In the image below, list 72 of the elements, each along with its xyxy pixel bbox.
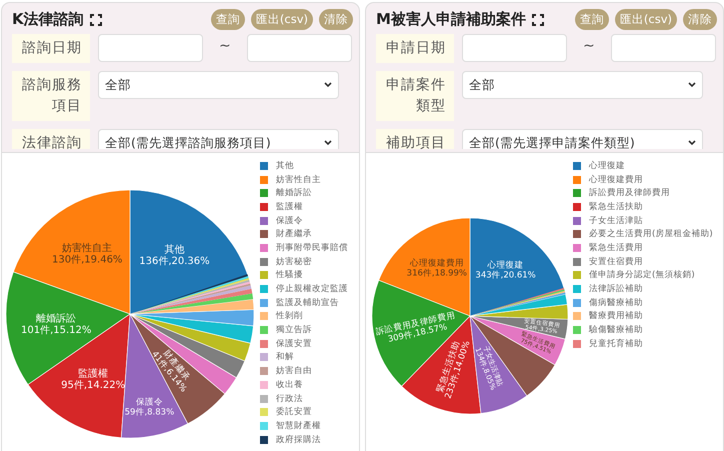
range-separator: ~ bbox=[582, 37, 596, 56]
legend-label: 停止親權改定監護 bbox=[276, 283, 348, 296]
legend-label: 智慧財產權 bbox=[276, 420, 321, 432]
chevron-down-icon bbox=[688, 140, 696, 146]
legend-label: 安置住宿費用 bbox=[589, 256, 643, 268]
legend-label: 妨害秘密 bbox=[276, 256, 312, 268]
slice-label: 心理復建費用 316件,18.99% bbox=[406, 258, 468, 279]
action-button[interactable]: 匯出(csv) bbox=[250, 9, 313, 30]
legend-label: 刑事附帶民事賠償 bbox=[276, 242, 348, 254]
legend-label: 心理復建 bbox=[589, 160, 625, 172]
expand-icon[interactable] bbox=[532, 14, 544, 26]
date-field[interactable] bbox=[610, 34, 716, 62]
legend-label: 離婚訴訟 bbox=[276, 187, 312, 200]
slice-label: 心理復建 343件,20.61% bbox=[475, 260, 536, 280]
legend-label: 獨立告訴 bbox=[276, 324, 312, 336]
action-button[interactable]: 匯出(csv) bbox=[614, 9, 677, 30]
slice-label: 妨害性自主 130件,19.46% bbox=[52, 243, 122, 266]
select-field[interactable]: 全部(需先選擇諮詢服務項目) bbox=[98, 129, 339, 149]
filter-label: 補助項目 bbox=[376, 129, 454, 149]
filter-label: 申請日期 bbox=[376, 34, 454, 63]
date-field[interactable] bbox=[98, 34, 203, 62]
legend-label: 性騷擾 bbox=[276, 269, 303, 282]
select-field[interactable]: 全部 bbox=[462, 71, 703, 99]
expand-icon[interactable] bbox=[90, 14, 102, 26]
slice-label: 其他 136件,20.36% bbox=[139, 244, 210, 267]
legend-label: 和解 bbox=[276, 351, 294, 364]
filter-label: 諮詢服務項目 bbox=[12, 71, 90, 121]
legend-label: 訴訟費用及律師費用 bbox=[589, 187, 670, 200]
legend-label: 驗傷醫療補助 bbox=[589, 324, 643, 336]
select-field[interactable]: 全部(需先選擇申請案件類型) bbox=[462, 129, 703, 149]
legend-label: 兒童托育補助 bbox=[589, 338, 643, 350]
action-button[interactable]: 查詢 bbox=[210, 9, 245, 30]
slice-label: 監護權 95件,14.22% bbox=[61, 368, 126, 392]
legend-label: 傷病醫療補助 bbox=[589, 296, 643, 309]
legend-label: 心理復建費用 bbox=[589, 174, 643, 186]
legend-label: 監護及輔助宣告 bbox=[276, 296, 339, 309]
legend-label: 緊急生活扶助 bbox=[589, 200, 643, 213]
legend-label: 必要之生活費用(房屋租金補助) bbox=[589, 228, 713, 240]
legend-label: 收出養 bbox=[276, 378, 303, 391]
legend-label: 行政法 bbox=[276, 392, 303, 405]
range-separator: ~ bbox=[218, 37, 232, 56]
legend-label: 妨害性自主 bbox=[276, 174, 321, 186]
chevron-down-icon bbox=[324, 140, 332, 146]
legend-label: 監護權 bbox=[276, 200, 303, 213]
legend-label: 保護令 bbox=[276, 214, 303, 227]
action-button[interactable]: 查詢 bbox=[574, 9, 609, 30]
filter-label: 諮詢日期 bbox=[12, 34, 90, 63]
legend-label: 僅申請身分認定(無須核銷) bbox=[589, 269, 695, 282]
legend-label: 法律訴訟補助 bbox=[589, 283, 643, 296]
legend-label: 妨害自由 bbox=[276, 365, 312, 378]
legend-label: 政府採購法 bbox=[276, 434, 321, 446]
legend-label: 財產繼承 bbox=[276, 228, 312, 240]
chevron-down-icon bbox=[688, 82, 696, 88]
slice-label: 保護令 59件,8.83% bbox=[124, 398, 174, 418]
chevron-down-icon bbox=[324, 82, 332, 88]
filter-label: 法律諮詢 bbox=[12, 129, 90, 149]
slice-label: 離婚訴訟 101件,15.12% bbox=[21, 314, 92, 336]
legend-label: 緊急生活費用 bbox=[589, 242, 643, 254]
legend-label: 其他 bbox=[276, 160, 294, 172]
panel-title: K法律諮詢 bbox=[12, 10, 84, 29]
legend-label: 委託安置 bbox=[276, 406, 312, 418]
select-field[interactable]: 全部 bbox=[98, 71, 339, 99]
action-button[interactable]: 清除 bbox=[319, 9, 353, 30]
legend-label: 醫療費用補助 bbox=[589, 310, 643, 322]
filter-label: 申請案件類型 bbox=[376, 71, 454, 121]
date-field[interactable] bbox=[462, 34, 567, 62]
action-button[interactable]: 清除 bbox=[683, 9, 717, 30]
legend-label: 子女生活津貼 bbox=[589, 214, 643, 227]
date-field[interactable] bbox=[246, 34, 352, 62]
legend-label: 性剝削 bbox=[276, 310, 303, 322]
panel-title: M被害人申請補助案件 bbox=[376, 10, 526, 29]
legend-label: 保護安置 bbox=[276, 338, 312, 350]
